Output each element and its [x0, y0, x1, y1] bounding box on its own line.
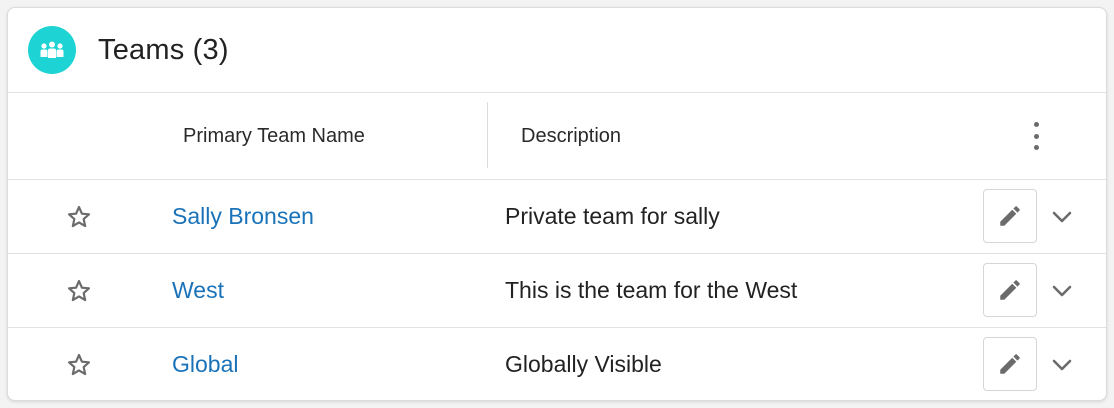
card-title: Teams (3): [98, 33, 229, 66]
chevron-down-icon[interactable]: [1048, 351, 1076, 379]
team-description: This is the team for the West: [505, 277, 798, 303]
edit-button[interactable]: [983, 263, 1037, 317]
team-description: Private team for sally: [505, 203, 720, 229]
table-body: Sally Bronsen Private team for sally Wes…: [8, 180, 1106, 400]
more-options-icon[interactable]: [1024, 122, 1048, 150]
star-icon[interactable]: [66, 278, 92, 304]
table-row: Sally Bronsen Private team for sally: [8, 180, 1106, 254]
chevron-down-icon[interactable]: [1048, 203, 1076, 231]
table-row: Global Globally Visible: [8, 328, 1106, 400]
chevron-down-icon[interactable]: [1048, 277, 1076, 305]
column-header-team-name[interactable]: Primary Team Name: [183, 93, 365, 179]
team-description: Globally Visible: [505, 351, 662, 377]
edit-button[interactable]: [983, 337, 1037, 391]
team-group-icon: [28, 26, 76, 74]
table-header: Primary Team Name Description: [8, 93, 1106, 180]
star-icon[interactable]: [66, 204, 92, 230]
team-name-link[interactable]: Global: [172, 328, 238, 400]
card-header: Teams (3): [8, 8, 1106, 93]
column-header-description[interactable]: Description: [521, 93, 621, 179]
pencil-icon: [1000, 206, 1020, 226]
column-divider[interactable]: [487, 102, 488, 168]
teams-card: Teams (3) Primary Team Name Description …: [7, 7, 1107, 401]
team-name-link[interactable]: Sally Bronsen: [172, 180, 314, 253]
table-row: West This is the team for the West: [8, 254, 1106, 328]
pencil-icon: [1000, 280, 1020, 300]
star-icon[interactable]: [66, 352, 92, 378]
pencil-icon: [1000, 354, 1020, 374]
team-name-link[interactable]: West: [172, 254, 224, 327]
edit-button[interactable]: [983, 189, 1037, 243]
